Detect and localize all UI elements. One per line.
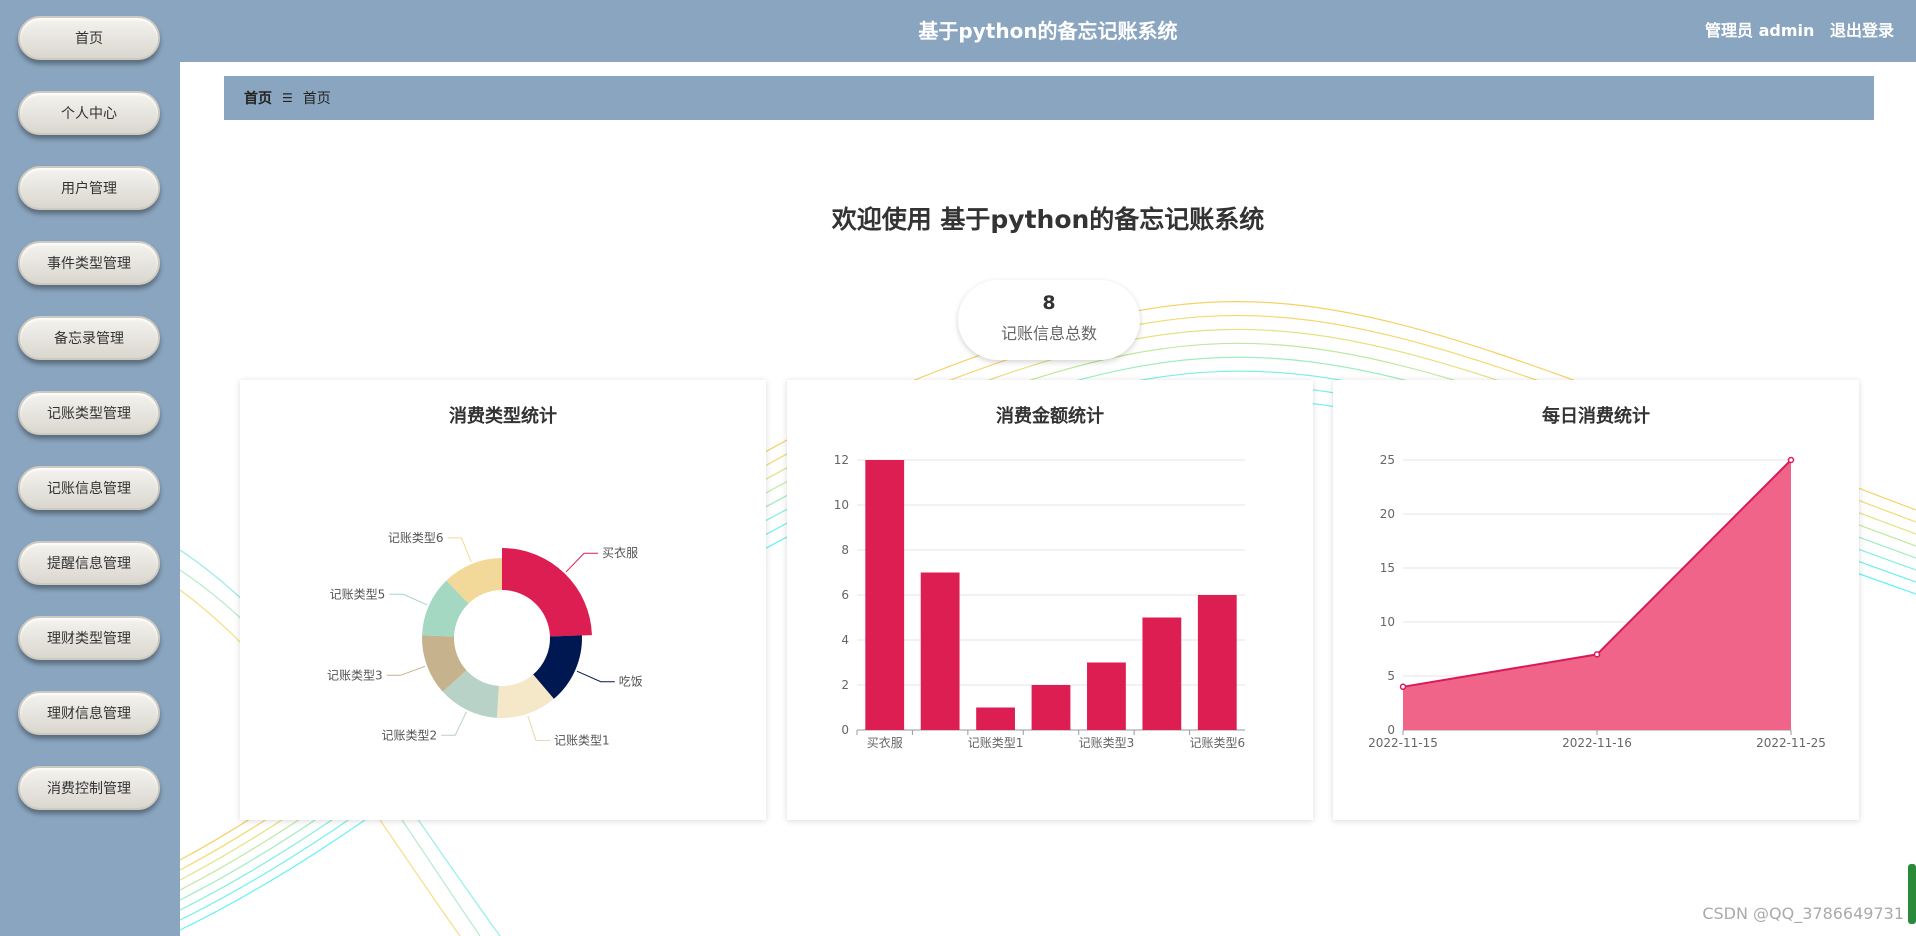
y-tick-label: 15 — [1380, 561, 1395, 575]
y-tick-label: 5 — [1387, 669, 1395, 683]
y-tick-label: 0 — [841, 723, 849, 737]
sidebar-item-spending-control[interactable]: 消费控制管理 — [18, 766, 160, 810]
scrollbar-thumb[interactable] — [1908, 864, 1916, 924]
bar — [920, 572, 960, 730]
bar — [1031, 685, 1071, 730]
pie-slice — [502, 548, 592, 637]
y-tick-label: 12 — [834, 453, 849, 467]
app-title: 基于python的备忘记账系统 — [918, 19, 1178, 43]
bar — [865, 460, 905, 730]
y-tick-label: 0 — [1387, 723, 1395, 737]
sidebar-item-account-types[interactable]: 记账类型管理 — [18, 391, 160, 435]
sidebar-item-event-types[interactable]: 事件类型管理 — [18, 241, 160, 285]
sidebar-item-reminders[interactable]: 提醒信息管理 — [18, 541, 160, 585]
y-tick-label: 8 — [841, 543, 849, 557]
x-tick-label: 记账类型6 — [1189, 736, 1245, 750]
user-label: 管理员 admin — [1705, 21, 1815, 40]
x-tick-label: 2022-11-15 — [1368, 736, 1438, 750]
pie-label: 吃饭 — [619, 675, 643, 689]
pie-chart: 买衣服吃饭记账类型1 记账类型2 记账类型3 记账类型5 记账类型6 — [327, 531, 643, 748]
sidebar-item-account-info[interactable]: 记账信息管理 — [18, 466, 160, 510]
user-info: 管理员 admin 退出登录 — [1705, 0, 1894, 62]
x-tick-label: 2022-11-16 — [1562, 736, 1632, 750]
chart-card-spending-types: 消费类型统计 买衣服 吃饭 记账类型1 记账类型2 记账类型3 记账类型5 记账类型6 — [240, 380, 766, 820]
breadcrumb-current: 首页 — [302, 91, 331, 107]
pie-label: 买衣服 — [602, 545, 638, 560]
sidebar-item-finance-info[interactable]: 理财信息管理 — [18, 691, 160, 735]
chart-card-daily-spending: 每日消费统计 0 5 10 15 20 25 2022-11-15 2022-11-16 202… — [1333, 380, 1859, 820]
bar — [976, 707, 1015, 730]
y-tick-label: 6 — [841, 588, 849, 602]
pie-label: 记账类型1 — [554, 733, 610, 747]
pie-label-line — [565, 552, 599, 573]
sidebar-item-users[interactable]: 用户管理 — [18, 166, 160, 210]
sidebar-item-profile[interactable]: 个人中心 — [18, 91, 160, 135]
chart-card-spending-amount: 消费金额统计 0 2 4 6 8 10 12 买衣服 记账类型1 记账类型3 记账类型6 — [787, 380, 1313, 820]
data-point — [1787, 456, 1795, 464]
stat-label: 记账信息总数 — [1000, 324, 1097, 343]
y-tick-label: 2 — [841, 678, 849, 692]
sidebar: 首页 个人中心 用户管理 事件类型管理 备忘录管理 记账类型管理 记账信息管理 … — [0, 0, 180, 936]
bar-chart: 0 2 4 6 8 10 12 买衣服 记账类型1 记账类型3 记账类型6 — [834, 453, 1245, 750]
logout-link[interactable]: 退出登录 — [1830, 21, 1894, 40]
pie-label: 记账类型5 — [330, 587, 386, 601]
data-point — [1399, 683, 1407, 691]
pie-label: 记账类型3 — [327, 668, 383, 682]
data-point — [1593, 651, 1601, 658]
y-tick-label: 10 — [834, 498, 849, 512]
pie-label: 记账类型6 — [388, 531, 444, 545]
pie-label-line — [389, 593, 428, 606]
pie-label: 记账类型2 — [381, 728, 437, 742]
pie-label-line — [527, 715, 551, 741]
pie-label-line — [576, 670, 615, 683]
pie-label-line — [447, 537, 472, 563]
pie-label-line — [441, 711, 467, 736]
breadcrumb-home[interactable]: 首页 — [244, 88, 272, 108]
area-fill — [1403, 460, 1791, 730]
welcome-heading: 欢迎使用 基于python的备忘记账系统 — [831, 205, 1265, 234]
y-tick-label: 20 — [1380, 507, 1395, 521]
bar — [1087, 662, 1126, 730]
x-tick-label: 记账类型3 — [1079, 736, 1135, 750]
area-chart: 0 5 10 15 20 25 2022-11-15 2022-11-16 2022-11-25 — [1368, 453, 1826, 750]
x-tick-label: 记账类型1 — [968, 736, 1024, 750]
breadcrumb-separator-icon: ☰ — [282, 91, 293, 105]
top-header: 基于python的备忘记账系统 管理员 admin 退出登录 — [180, 0, 1916, 62]
y-tick-label: 10 — [1380, 615, 1395, 629]
sidebar-item-home[interactable]: 首页 — [18, 16, 160, 60]
pie-label-line — [386, 665, 426, 676]
watermark: CSDN @QQ_3786649731 — [1702, 904, 1904, 923]
stat-value: 8 — [1042, 292, 1056, 314]
breadcrumb: 首页 ☰ 首页 — [224, 76, 1874, 120]
y-tick-label: 25 — [1380, 453, 1395, 467]
sidebar-item-finance-types[interactable]: 理财类型管理 — [18, 616, 160, 660]
x-tick-label: 买衣服 — [867, 735, 903, 750]
bar — [1142, 617, 1182, 730]
x-tick-label: 2022-11-25 — [1756, 736, 1826, 750]
stat-total-records: 8 记账信息总数 — [958, 280, 1140, 360]
sidebar-item-memos[interactable]: 备忘录管理 — [18, 316, 160, 360]
y-tick-label: 4 — [841, 633, 849, 647]
bar — [1197, 595, 1237, 730]
